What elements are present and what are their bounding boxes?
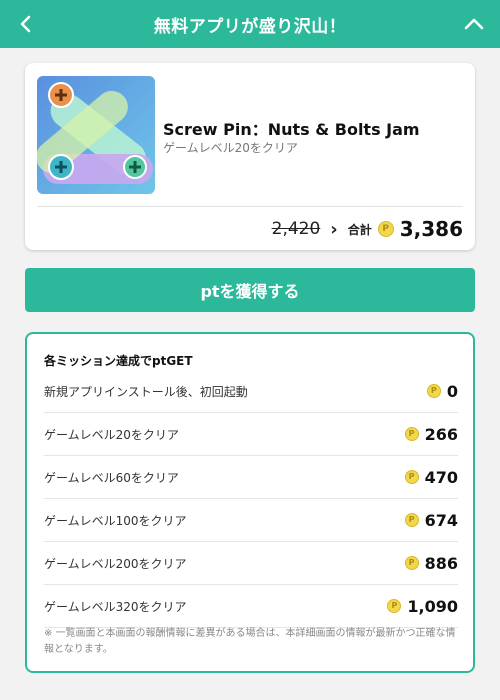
- point-coin-icon: P: [404, 513, 419, 527]
- page-title: 無料アプリが盛り沢山！: [153, 16, 347, 37]
- collapse-button[interactable]: [462, 12, 486, 36]
- point-coin-icon: P: [404, 556, 419, 570]
- mission-label: ゲームレベル20をクリア: [44, 427, 179, 442]
- mission-list: 各ミッション達成でptGET 新規アプリインストール後、初回起動 P0 ゲームレ…: [25, 332, 475, 673]
- back-button[interactable]: [14, 12, 38, 36]
- mission-row: ゲームレベル100をクリア P 674: [44, 499, 458, 542]
- mission-row: ゲームレベル200をクリア P 886: [44, 542, 458, 585]
- old-price: 2,420: [271, 219, 321, 239]
- app-card[interactable]: Screw Pin：Nuts & Bolts Jam ゲームレベル20をクリア …: [25, 63, 475, 250]
- app-icon: [37, 76, 155, 194]
- get-points-button[interactable]: ptを獲得する: [25, 268, 475, 312]
- point-coin-icon: P: [404, 427, 419, 441]
- mission-row: 新規アプリインストール後、初回起動 P0: [44, 370, 458, 413]
- point-coin-icon: P: [404, 470, 419, 484]
- mission-label: ゲームレベル200をクリア: [44, 556, 187, 571]
- mission-label: ゲームレベル320をクリア: [44, 599, 187, 614]
- app-mission: ゲームレベル20をクリア: [163, 141, 298, 155]
- chevron-up-icon: [464, 18, 484, 30]
- total-label: 合計: [347, 222, 372, 237]
- total-value: 3,386: [399, 217, 463, 241]
- app-name: Screw Pin：Nuts & Bolts Jam: [163, 120, 420, 139]
- mission-row: ゲームレベル60をクリア P 470: [44, 456, 458, 499]
- mission-points: 1,090: [407, 596, 458, 616]
- mission-points: 674: [424, 510, 458, 530]
- mission-row: ゲームレベル320をクリア P 1,090: [44, 585, 458, 628]
- point-coin-icon: P: [377, 221, 394, 237]
- point-coin-icon: P: [387, 599, 402, 613]
- chevron-left-icon: [20, 15, 31, 33]
- divider: [37, 206, 463, 207]
- mission-points: 886: [424, 553, 458, 573]
- mission-points: 0: [446, 381, 458, 401]
- mission-points: 470: [424, 467, 458, 487]
- mission-label: 新規アプリインストール後、初回起動: [44, 384, 248, 399]
- chevron-right-icon: ›: [330, 218, 338, 240]
- price-row: 2,420 › 合計 P 3,386: [272, 215, 463, 243]
- disclaimer-note: ※ 一覧画面と本画面の報酬情報に差異がある場合は、本詳細画面の情報が最新かつ正確…: [44, 628, 456, 655]
- header-bar: 無料アプリが盛り沢山！: [0, 0, 500, 48]
- mission-row: ゲームレベル20をクリア P 266: [44, 413, 458, 456]
- mission-label: ゲームレベル100をクリア: [44, 513, 187, 528]
- mission-list-title: 各ミッション達成でptGET: [44, 354, 193, 368]
- mission-label: ゲームレベル60をクリア: [44, 470, 179, 485]
- mission-points: 266: [424, 424, 458, 444]
- point-coin-icon: P: [426, 384, 441, 398]
